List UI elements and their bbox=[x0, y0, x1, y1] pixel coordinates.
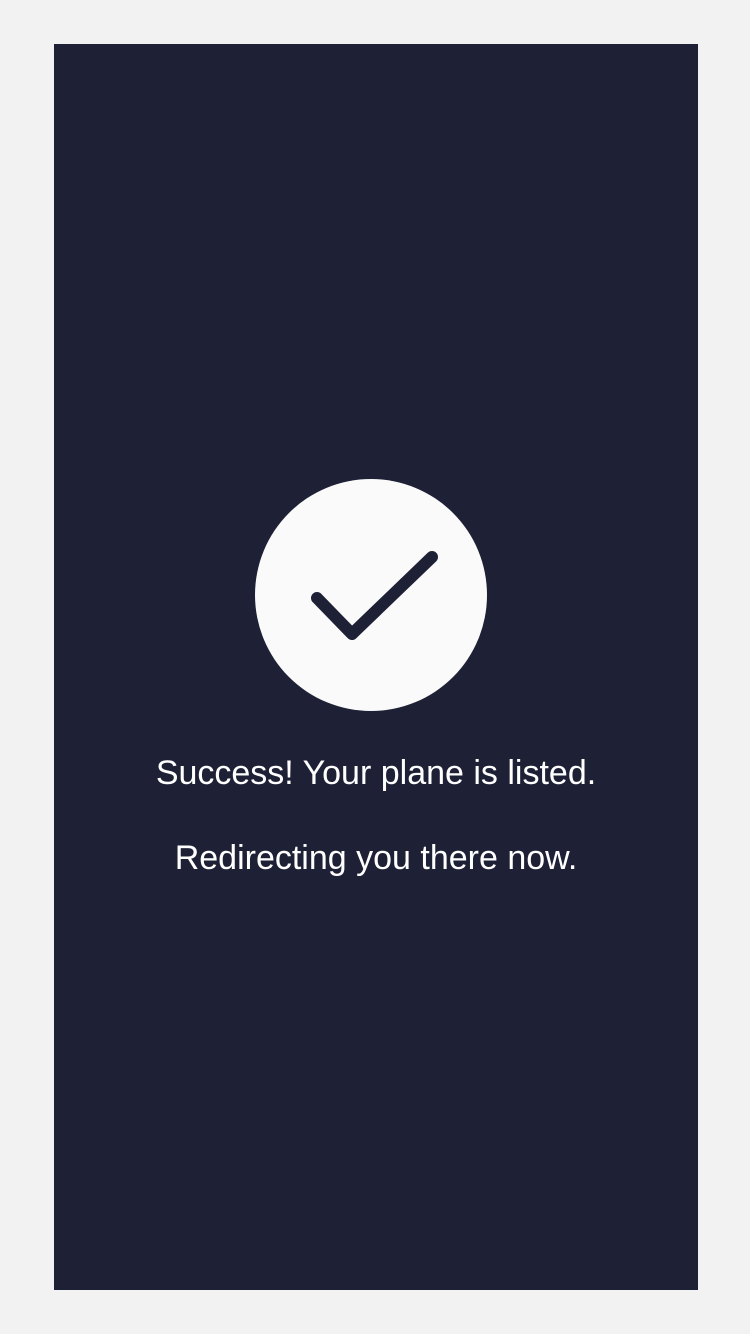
success-message: Success! Your plane is listed. bbox=[155, 754, 597, 792]
checkmark-icon bbox=[311, 551, 438, 640]
redirect-message: Redirecting you there now. bbox=[174, 839, 578, 877]
success-badge bbox=[255, 479, 487, 711]
success-screen: Success! Your plane is listed. Redirecti… bbox=[54, 44, 698, 1290]
